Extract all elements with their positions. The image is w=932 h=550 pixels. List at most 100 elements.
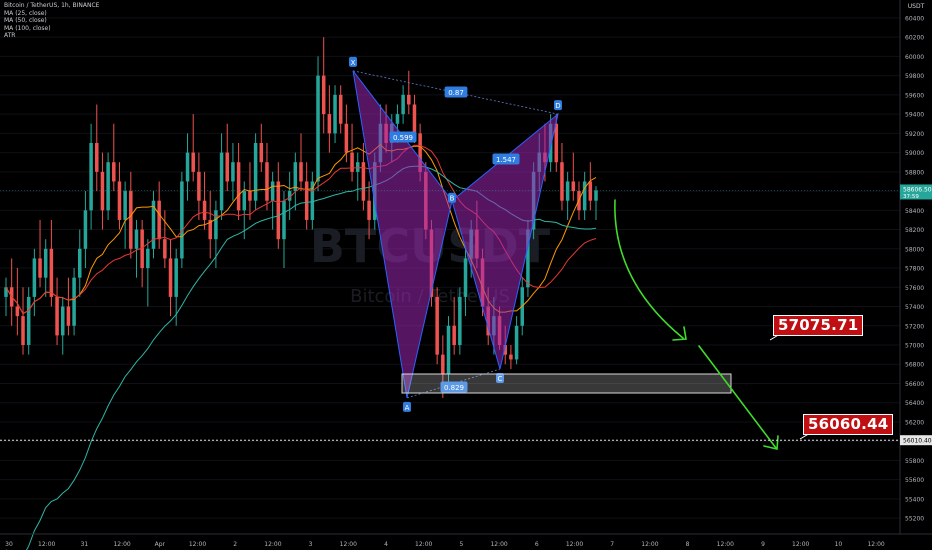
time-tick-label: 12:00 bbox=[641, 541, 658, 548]
countdown-label: 37:59 bbox=[903, 194, 919, 200]
candle-body bbox=[236, 162, 241, 211]
price-tick-label: 59400 bbox=[905, 112, 924, 119]
price-tick-label: 60000 bbox=[905, 54, 924, 61]
candle-body bbox=[72, 277, 76, 326]
legend-ma50[interactable]: MA (50, close) bbox=[4, 17, 99, 25]
candle-body bbox=[327, 114, 332, 134]
time-tick-label: Apr bbox=[155, 541, 166, 548]
candle-body bbox=[401, 94, 405, 115]
candle-body bbox=[146, 248, 150, 269]
price-tick-label: 57200 bbox=[905, 323, 924, 330]
candle-body bbox=[304, 181, 309, 220]
pattern-point-label: B bbox=[450, 195, 455, 203]
time-tick-label: 5 bbox=[459, 541, 463, 548]
target-callout-2[interactable]: 56060.44 bbox=[803, 414, 894, 435]
candle-body bbox=[333, 94, 337, 134]
candle-body bbox=[265, 162, 269, 201]
candle-body bbox=[21, 316, 25, 345]
price-tick-label: 58400 bbox=[905, 208, 924, 215]
candle-body bbox=[60, 306, 65, 336]
target-callout-1[interactable]: 57075.71 bbox=[773, 315, 864, 336]
pattern-ratio-label: 0.599 bbox=[393, 134, 413, 142]
price-tick-label: 56200 bbox=[905, 419, 924, 426]
legend-ma100[interactable]: MA (100, close) bbox=[4, 25, 99, 33]
candle-body bbox=[32, 258, 37, 297]
candle-body bbox=[66, 306, 71, 326]
candle-body bbox=[180, 181, 184, 259]
candle-body bbox=[77, 248, 82, 278]
candle-body bbox=[49, 248, 54, 297]
price-tick-label: 58000 bbox=[905, 246, 924, 253]
price-tick-label: 59000 bbox=[905, 150, 924, 157]
pattern-point-label: A bbox=[405, 404, 410, 412]
candle-body bbox=[83, 210, 88, 249]
candle-body bbox=[225, 152, 230, 182]
time-tick-label: 3 bbox=[309, 541, 313, 548]
time-axis[interactable]: 30 12:00 31 12:00 Apr 12:00 2 12:00 3 12:00 4 12:00… bbox=[0, 533, 932, 548]
candle-body bbox=[571, 181, 576, 192]
candle-body bbox=[106, 162, 110, 211]
candle-body bbox=[117, 181, 122, 220]
candle-body bbox=[185, 152, 190, 182]
candle-body bbox=[89, 142, 93, 211]
price-tick-label: 58800 bbox=[905, 169, 924, 176]
price-chart[interactable]: BTCUSDT Bitcoin / TetherUS XABCD0.870.59… bbox=[0, 0, 932, 550]
arrow-line-2 bbox=[698, 345, 777, 449]
arrow-curve-1 bbox=[614, 199, 684, 339]
candle-body bbox=[202, 200, 207, 220]
candle-body bbox=[134, 229, 139, 249]
candle-body bbox=[219, 152, 224, 211]
candle-body bbox=[458, 296, 462, 345]
time-tick-label: 4 bbox=[384, 541, 388, 548]
target-zone bbox=[401, 373, 732, 394]
legend-ma25[interactable]: MA (25, close) bbox=[4, 10, 99, 18]
price-tick-label: 55200 bbox=[905, 516, 924, 523]
price-tick-label: 55600 bbox=[905, 477, 924, 484]
legend-title: Bitcoin / TetherUS, 1h, BINANCE bbox=[4, 2, 100, 9]
candle-body bbox=[514, 325, 519, 360]
candle-body bbox=[350, 152, 354, 172]
time-tick-label: 12:00 bbox=[264, 541, 281, 548]
time-tick-label: 30 bbox=[5, 541, 13, 548]
time-tick-label: 9 bbox=[761, 541, 765, 548]
line-price-label: 56010.40 bbox=[903, 438, 932, 445]
price-tick-label: 57800 bbox=[905, 266, 924, 273]
price-tick-label: 57400 bbox=[905, 304, 924, 311]
time-tick-label: 12:00 bbox=[717, 541, 734, 548]
candle-body bbox=[321, 75, 326, 115]
time-tick-label: 7 bbox=[610, 541, 614, 548]
price-tick-label: 59800 bbox=[905, 73, 924, 80]
time-tick-label: 8 bbox=[686, 541, 690, 548]
candle-body bbox=[554, 123, 559, 163]
time-tick-label: 12:00 bbox=[38, 541, 55, 548]
candle-body bbox=[565, 181, 570, 201]
current-price-label: 58606.50 bbox=[903, 186, 932, 193]
pattern-point-label: D bbox=[555, 102, 560, 110]
candle-body bbox=[338, 94, 343, 124]
candle-body bbox=[174, 258, 178, 297]
candle-body bbox=[259, 142, 264, 163]
candle-body bbox=[231, 162, 235, 182]
candle-body bbox=[407, 94, 411, 105]
candle-body bbox=[214, 210, 218, 240]
price-tick-label: 60200 bbox=[905, 35, 924, 42]
candle-body bbox=[446, 325, 451, 374]
price-tick-label: 59600 bbox=[905, 92, 924, 99]
candle-body bbox=[270, 181, 275, 201]
candle-body bbox=[463, 258, 468, 297]
pattern-ratio-label: 0.87 bbox=[448, 89, 464, 97]
candle-body bbox=[452, 325, 456, 345]
candle-body bbox=[43, 248, 48, 278]
target-zone-box[interactable] bbox=[401, 373, 732, 394]
candle-body bbox=[560, 162, 564, 201]
pattern-point-label: X bbox=[351, 59, 356, 67]
price-tick-label: 57000 bbox=[905, 343, 924, 350]
candle-body bbox=[168, 258, 173, 297]
legend-atr[interactable]: ATR bbox=[4, 32, 99, 40]
candle-body bbox=[395, 114, 400, 124]
time-tick-label: 12:00 bbox=[340, 541, 357, 548]
candle-body bbox=[123, 191, 127, 220]
price-tick-label: 55400 bbox=[905, 496, 924, 503]
candle-body bbox=[157, 200, 161, 240]
candle-body bbox=[248, 191, 252, 201]
